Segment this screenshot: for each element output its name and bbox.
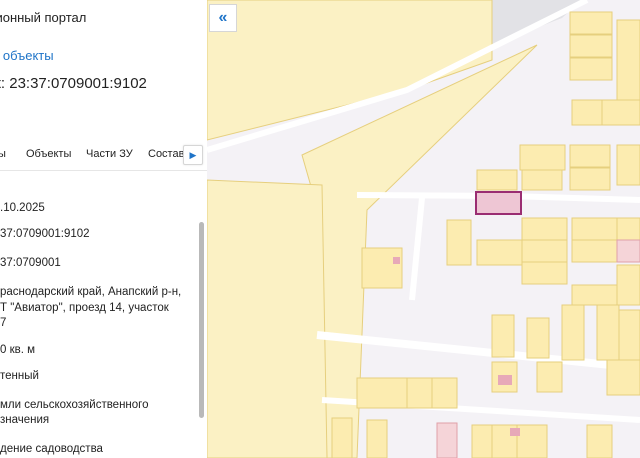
category-line-2: значения bbox=[0, 414, 50, 426]
tabs-next-button[interactable]: ▶ bbox=[183, 145, 203, 165]
area-value: 0 кв. м bbox=[0, 344, 36, 356]
building-2 bbox=[498, 375, 512, 385]
road-lower bbox=[316, 331, 640, 372]
selected-parcel[interactable] bbox=[475, 191, 522, 215]
map-view[interactable] bbox=[207, 0, 640, 458]
portal-title: ционный портал bbox=[0, 10, 87, 25]
tab-bar: ы Объекты Части ЗУ Состав bbox=[0, 140, 207, 171]
tab-composition[interactable]: Состав bbox=[148, 148, 184, 160]
panel-scrollbar[interactable] bbox=[199, 222, 204, 418]
info-panel: ционный портал е объекты ок: 23:37:07090… bbox=[0, 0, 207, 458]
cadastral-quarter-value: 37:0709001 bbox=[0, 257, 61, 269]
parcel-pink-bottom[interactable] bbox=[436, 422, 458, 458]
address-line-1: раснодарский край, Анапский р-н, bbox=[0, 286, 182, 298]
permitted-use-value: дение садоводства bbox=[0, 443, 103, 455]
address-line-3: 7 bbox=[0, 317, 7, 329]
road-vertical bbox=[409, 197, 425, 301]
zone-lower-left[interactable] bbox=[207, 179, 328, 458]
tab-parts[interactable]: Части ЗУ bbox=[86, 148, 133, 160]
category-line-1: мли сельскохозяйственного bbox=[0, 399, 149, 411]
building-3 bbox=[510, 428, 520, 436]
parcel-heading: ок: 23:37:0709001:9102 bbox=[0, 75, 147, 92]
chevron-right-icon: ▶ bbox=[189, 149, 197, 160]
cadastral-number-value: 37:0709001:9102 bbox=[0, 228, 90, 240]
parcel-pink-right[interactable] bbox=[616, 239, 640, 263]
date-value: .10.2025 bbox=[0, 202, 45, 214]
tab-objects[interactable]: Объекты bbox=[26, 148, 71, 160]
parcels-middle[interactable] bbox=[361, 217, 640, 361]
double-chevron-left-icon: « bbox=[218, 9, 228, 26]
collapse-panel-button[interactable]: « bbox=[209, 4, 237, 32]
nearby-objects-link[interactable]: е объекты bbox=[0, 48, 54, 63]
map-canvas[interactable] bbox=[207, 0, 640, 458]
address-line-2: Т "Авиатор", проезд 14, участок bbox=[0, 302, 169, 314]
tab-info[interactable]: ы bbox=[0, 148, 6, 160]
building-1 bbox=[393, 257, 400, 264]
status-value: тенный bbox=[0, 370, 39, 382]
